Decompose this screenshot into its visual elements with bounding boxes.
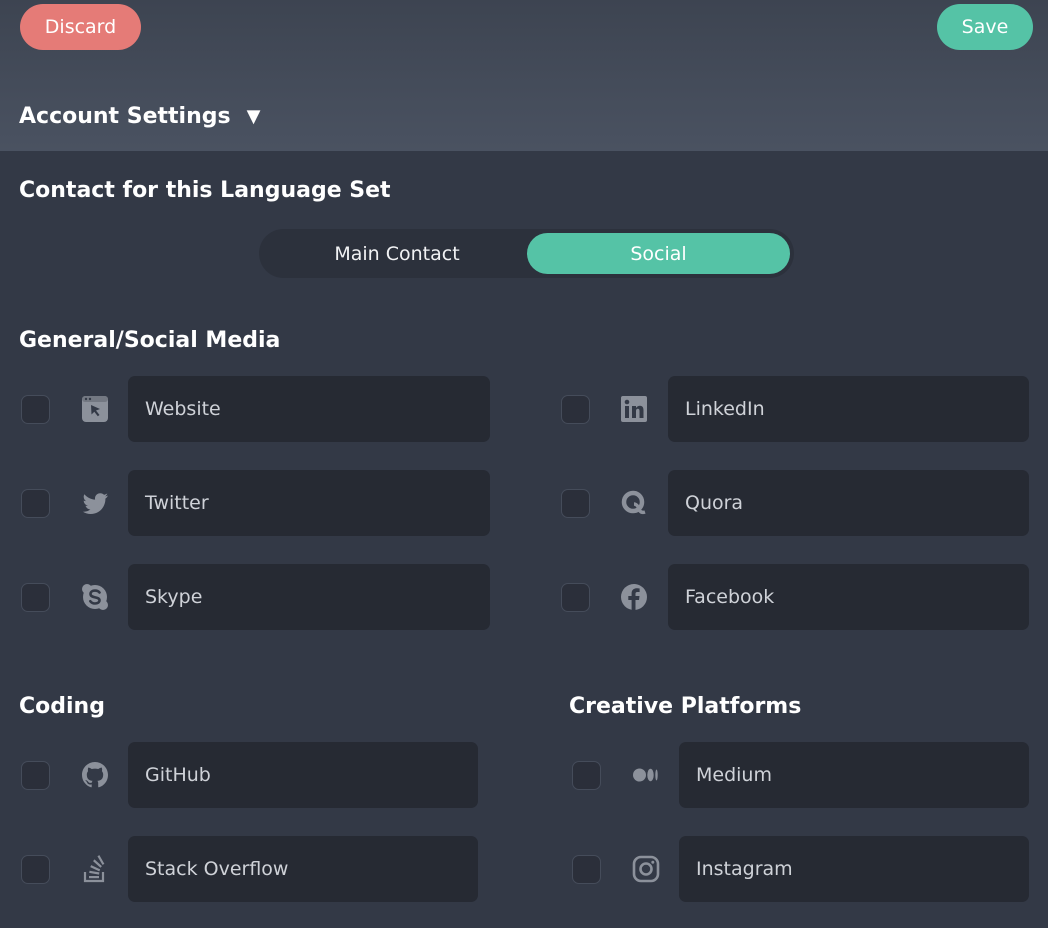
quora-checkbox[interactable] <box>561 489 590 518</box>
stackoverflow-row: Stack Overflow <box>21 836 478 902</box>
account-settings-label: Account Settings <box>19 104 231 129</box>
quora-icon <box>617 486 651 520</box>
linkedin-icon <box>617 392 651 426</box>
skype-icon <box>78 580 112 614</box>
medium-row: Medium <box>572 742 1029 808</box>
contact-type-toggle: Main Contact Social <box>259 229 794 278</box>
quora-field[interactable]: Quora <box>668 470 1029 536</box>
facebook-field[interactable]: Facebook <box>668 564 1029 630</box>
twitter-icon <box>78 486 112 520</box>
top-bar: Discard Save Account Settings ▼ <box>0 0 1048 151</box>
facebook-row: Facebook <box>561 564 1029 630</box>
quora-row: Quora <box>561 470 1029 536</box>
twitter-field[interactable]: Twitter <box>128 470 490 536</box>
medium-icon <box>629 758 663 792</box>
website-field[interactable]: Website <box>128 376 490 442</box>
skype-field[interactable]: Skype <box>128 564 490 630</box>
instagram-field[interactable]: Instagram <box>679 836 1029 902</box>
tab-main-contact[interactable]: Main Contact <box>267 233 527 274</box>
social-contact-editor: Discard Save Account Settings ▼ Contact … <box>0 0 1048 928</box>
medium-field[interactable]: Medium <box>679 742 1029 808</box>
general-social-media-title: General/Social Media <box>19 328 281 353</box>
save-button[interactable]: Save <box>937 4 1033 50</box>
website-checkbox[interactable] <box>21 395 50 424</box>
linkedin-checkbox[interactable] <box>561 395 590 424</box>
stackoverflow-field[interactable]: Stack Overflow <box>128 836 478 902</box>
contact-section-title: Contact for this Language Set <box>19 178 391 203</box>
github-icon <box>78 758 112 792</box>
stackoverflow-icon <box>78 852 112 886</box>
website-row: Website <box>21 376 490 442</box>
github-row: GitHub <box>21 742 478 808</box>
browser-cursor-icon <box>78 392 112 426</box>
skype-row: Skype <box>21 564 490 630</box>
stackoverflow-checkbox[interactable] <box>21 855 50 884</box>
discard-button[interactable]: Discard <box>20 4 141 50</box>
linkedin-row: LinkedIn <box>561 376 1029 442</box>
skype-checkbox[interactable] <box>21 583 50 612</box>
instagram-row: Instagram <box>572 836 1029 902</box>
account-settings-toggle[interactable]: Account Settings ▼ <box>19 104 260 129</box>
linkedin-field[interactable]: LinkedIn <box>668 376 1029 442</box>
facebook-icon <box>617 580 651 614</box>
tab-social[interactable]: Social <box>527 233 790 274</box>
facebook-checkbox[interactable] <box>561 583 590 612</box>
caret-down-icon: ▼ <box>246 106 261 127</box>
creative-platforms-title: Creative Platforms <box>569 694 802 719</box>
coding-section-title: Coding <box>19 694 105 719</box>
instagram-checkbox[interactable] <box>572 855 601 884</box>
medium-checkbox[interactable] <box>572 761 601 790</box>
github-checkbox[interactable] <box>21 761 50 790</box>
github-field[interactable]: GitHub <box>128 742 478 808</box>
twitter-checkbox[interactable] <box>21 489 50 518</box>
twitter-row: Twitter <box>21 470 490 536</box>
instagram-icon <box>629 852 663 886</box>
